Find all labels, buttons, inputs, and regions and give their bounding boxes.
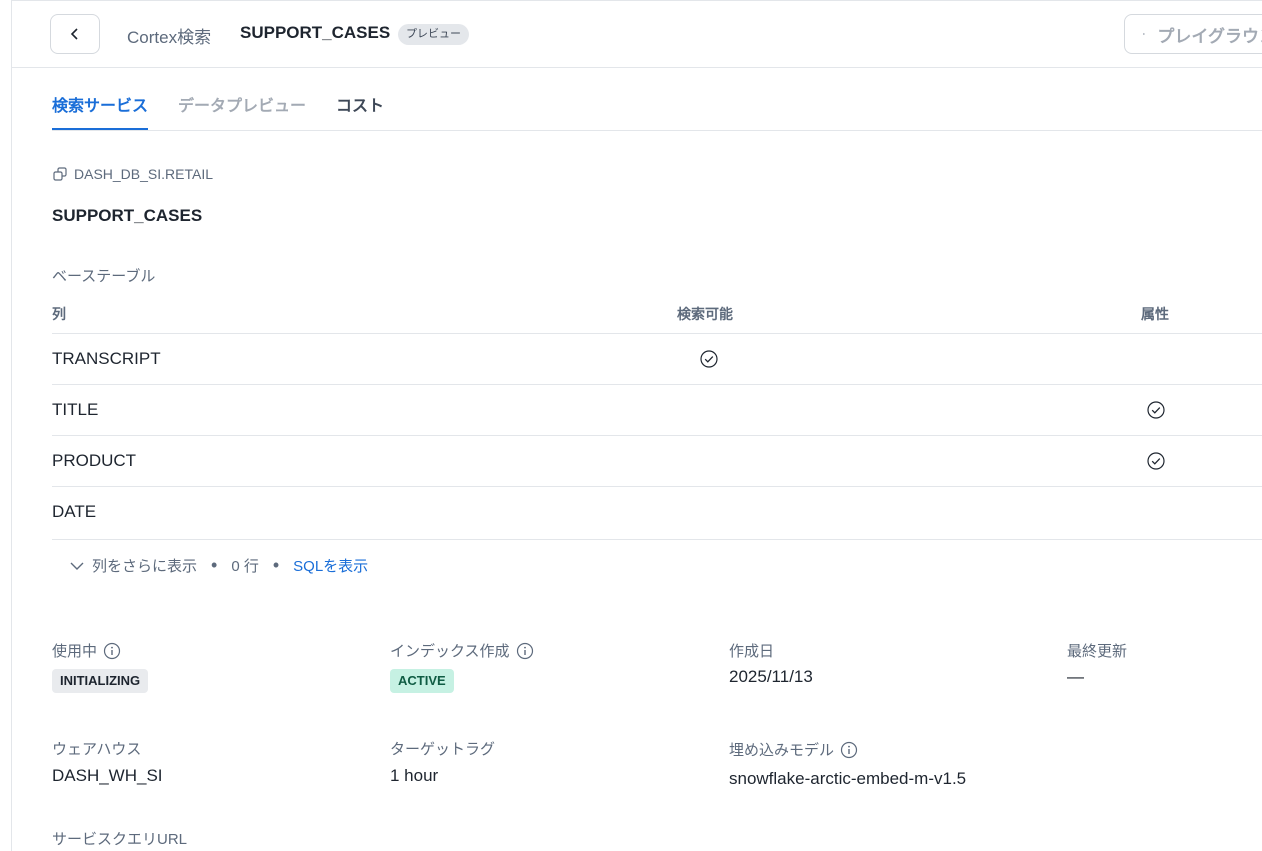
target-lag-value: 1 hour bbox=[390, 766, 439, 785]
schema-path: DASH_DB_SI.RETAIL bbox=[52, 166, 213, 182]
check-circle-icon bbox=[1147, 401, 1165, 419]
playground-button[interactable]: プレイグラウンド bbox=[1124, 14, 1262, 54]
embedding-model-label-text: 埋め込みモデル bbox=[729, 742, 835, 759]
table-row: DATE bbox=[52, 486, 1262, 538]
back-button[interactable] bbox=[50, 14, 100, 54]
info-icon[interactable] bbox=[516, 642, 534, 660]
column-name: PRODUCT bbox=[52, 451, 137, 470]
column-name: TRANSCRIPT bbox=[52, 349, 161, 368]
header: Cortex検索 SUPPORT_CASES プレビュー プレイグラウンド bbox=[12, 0, 1262, 68]
serving-label: 使用中 bbox=[52, 640, 121, 661]
table-bottom-divider bbox=[52, 539, 1262, 540]
query-url-label-text: サービスクエリURL bbox=[52, 831, 188, 848]
tab-search-service[interactable]: 検索サービス bbox=[52, 92, 149, 130]
chevron-down-icon bbox=[70, 562, 84, 570]
tabs-divider bbox=[52, 130, 1262, 131]
created-label: 作成日 bbox=[729, 640, 774, 661]
left-rail bbox=[0, 0, 12, 851]
breadcrumb[interactable]: Cortex検索 bbox=[127, 23, 211, 48]
warehouse-label: ウェアハウス bbox=[52, 738, 141, 759]
info-icon[interactable] bbox=[840, 741, 858, 759]
column-header-attribute: 属性 bbox=[1141, 306, 1169, 322]
indexing-label: インデックス作成 bbox=[390, 640, 534, 661]
query-url-label: サービスクエリURL bbox=[52, 828, 187, 849]
target-lag-label-text: ターゲットラグ bbox=[390, 741, 496, 758]
tab-cost[interactable]: コスト bbox=[336, 92, 384, 130]
table-footer: 列をさらに表示 • 0 行 • SQLを表示 bbox=[70, 555, 368, 576]
tab-data-preview[interactable]: データプレビュー bbox=[178, 92, 306, 130]
show-more-columns-button[interactable]: 列をさらに表示 bbox=[70, 555, 197, 576]
warehouse-value: DASH_WH_SI bbox=[52, 766, 163, 785]
embedding-model-value: snowflake-arctic-embed-m-v1.5 bbox=[729, 769, 967, 788]
preview-badge: プレビュー bbox=[398, 24, 469, 45]
indexing-label-text: インデックス作成 bbox=[390, 643, 510, 660]
base-table-label: ベーステーブル bbox=[52, 268, 156, 285]
table-row: PRODUCT bbox=[52, 435, 1262, 487]
show-more-label: 列をさらに表示 bbox=[92, 558, 198, 575]
tab-bar: 検索サービス データプレビュー コスト bbox=[52, 92, 384, 130]
page-title: SUPPORT_CASES bbox=[240, 23, 391, 42]
playground-label: プレイグラウンド bbox=[1157, 26, 1262, 46]
separator-dot: • bbox=[272, 555, 280, 575]
table-row: TITLE bbox=[52, 384, 1262, 436]
column-name: TITLE bbox=[52, 400, 99, 419]
check-circle-icon bbox=[1147, 452, 1165, 470]
column-header-searchable: 検索可能 bbox=[677, 306, 733, 322]
last-refresh-label: 最終更新 bbox=[1067, 640, 1127, 661]
serving-label-text: 使用中 bbox=[52, 643, 98, 660]
embedding-model-label: 埋め込みモデル bbox=[729, 739, 858, 760]
show-sql-link[interactable]: SQLを表示 bbox=[293, 555, 368, 576]
check-circle-icon bbox=[700, 350, 718, 368]
indexing-status-badge: ACTIVE bbox=[390, 669, 454, 693]
chevron-left-icon bbox=[70, 28, 78, 40]
column-header-name: 列 bbox=[52, 306, 66, 322]
serving-status-badge: INITIALIZING bbox=[52, 669, 149, 693]
copy-icon[interactable] bbox=[52, 166, 68, 182]
schema-name: DASH_DB_SI.RETAIL bbox=[74, 166, 214, 182]
last-refresh-label-text: 最終更新 bbox=[1067, 643, 1128, 660]
warehouse-label-text: ウェアハウス bbox=[52, 741, 142, 758]
row-count: 0 行 bbox=[231, 558, 259, 575]
info-icon[interactable] bbox=[103, 642, 121, 660]
last-refresh-value: — bbox=[1067, 667, 1084, 686]
table-row: TRANSCRIPT bbox=[52, 333, 1262, 385]
target-lag-label: ターゲットラグ bbox=[390, 738, 495, 759]
created-value: 2025/11/13 bbox=[729, 667, 813, 686]
column-name: DATE bbox=[52, 502, 97, 521]
service-name: SUPPORT_CASES bbox=[52, 206, 203, 225]
created-label-text: 作成日 bbox=[729, 643, 775, 660]
separator-dot: • bbox=[211, 555, 218, 575]
play-icon bbox=[1143, 32, 1146, 36]
